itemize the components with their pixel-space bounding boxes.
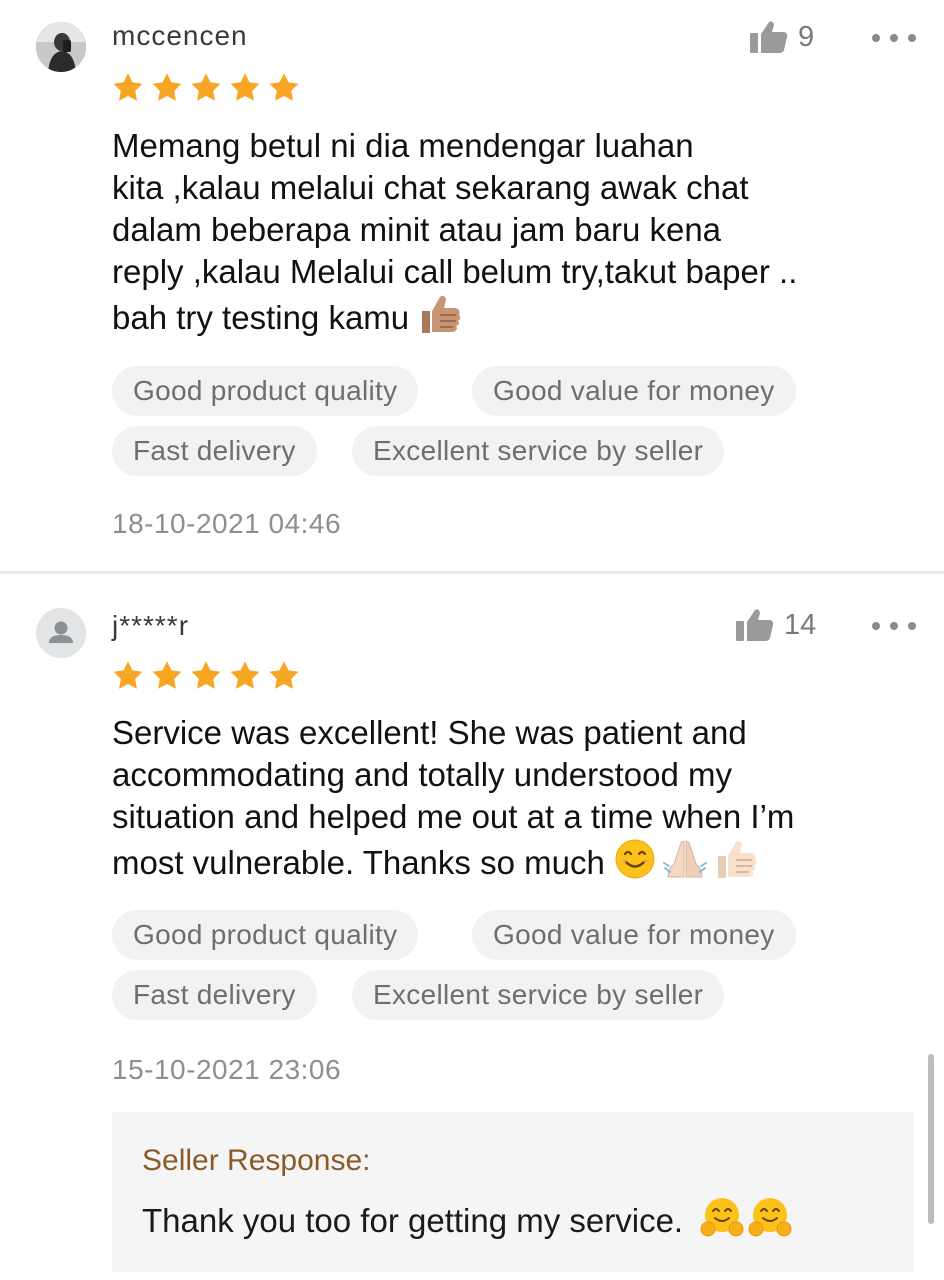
star-icon — [151, 660, 183, 691]
thumbs-up-icon — [736, 608, 774, 642]
like-button[interactable]: 14 — [736, 608, 816, 642]
review-text-line: kita ,kalau melalui chat sekarang awak c… — [112, 169, 749, 206]
review-tag: Good value for money — [472, 366, 796, 416]
star-icon — [190, 660, 222, 691]
review-tag: Excellent service by seller — [352, 970, 725, 1020]
like-count: 9 — [798, 20, 815, 53]
review-text-line: situation and helped me out at a time wh… — [112, 798, 795, 835]
reviews-page: mccencen 9 Memang betul ni dia mendengar… — [0, 0, 944, 1280]
star-icon — [229, 72, 261, 103]
thumbs-up-icon — [750, 20, 788, 54]
smiling-face-emoji-icon — [614, 838, 656, 880]
user-avatar[interactable] — [36, 608, 86, 658]
reviewer-name: mccencen — [112, 20, 248, 51]
star-icon — [268, 660, 300, 691]
review-text-line: Memang betul ni dia mendengar luahan — [112, 127, 694, 164]
review-text-line: most vulnerable. Thanks so much — [112, 838, 902, 884]
review-text-line: bah try testing kamu — [112, 293, 902, 339]
more-options-icon[interactable] — [872, 31, 916, 45]
seller-response-text-content: Thank you too for getting my service. — [142, 1202, 684, 1239]
review-card: mccencen 9 Memang betul ni dia mendengar… — [0, 0, 944, 571]
review-text-line: accommodating and totally understood my — [112, 756, 733, 793]
review-tag: Good product quality — [112, 366, 419, 416]
review-text: Service was excellent! She was patient a… — [112, 712, 902, 884]
scrollbar[interactable] — [928, 1054, 934, 1224]
seller-response: Seller Response: Thank you too for getti… — [112, 1112, 914, 1272]
review-text-line: reply ,kalau Melalui call belum try,taku… — [112, 253, 798, 290]
thumbs-up-emoji-icon — [418, 293, 462, 335]
review-tag: Fast delivery — [112, 426, 317, 476]
review-text-line: Service was excellent! She was patient a… — [112, 714, 747, 751]
star-icon — [112, 72, 144, 103]
review-text: Memang betul ni dia mendengar luahan kita… — [112, 125, 902, 339]
star-icon — [190, 72, 222, 103]
more-options-icon[interactable] — [872, 619, 916, 633]
star-icon — [151, 72, 183, 103]
review-timestamp: 15-10-2021 23:06 — [112, 1054, 342, 1085]
hugging-face-emoji-icon — [748, 1196, 792, 1238]
review-timestamp: 18-10-2021 04:46 — [112, 508, 342, 539]
review-tag: Fast delivery — [112, 970, 317, 1020]
star-icon — [229, 660, 261, 691]
like-count: 14 — [784, 608, 817, 641]
hugging-face-emoji-icon — [700, 1196, 744, 1238]
thumbs-up-emoji-icon — [714, 838, 758, 880]
like-button[interactable]: 9 — [750, 20, 814, 54]
review-tag: Good value for money — [472, 910, 796, 960]
review-tag: Good product quality — [112, 910, 419, 960]
review-text-line-content: bah try testing kamu — [112, 299, 410, 336]
review-text-line-content: most vulnerable. Thanks so much — [112, 844, 605, 881]
seller-response-text: Thank you too for getting my service. — [142, 1196, 792, 1240]
review-text-line: dalam beberapa minit atau jam baru kena — [112, 211, 722, 248]
star-rating — [112, 660, 300, 691]
review-tag: Excellent service by seller — [352, 426, 725, 476]
reviewer-name: j*****r — [112, 610, 190, 641]
user-avatar[interactable] — [36, 22, 86, 72]
seller-response-label: Seller Response: — [142, 1144, 371, 1177]
folded-hands-emoji-icon — [662, 838, 708, 880]
star-icon — [112, 660, 144, 691]
star-rating — [112, 72, 300, 103]
star-icon — [268, 72, 300, 103]
